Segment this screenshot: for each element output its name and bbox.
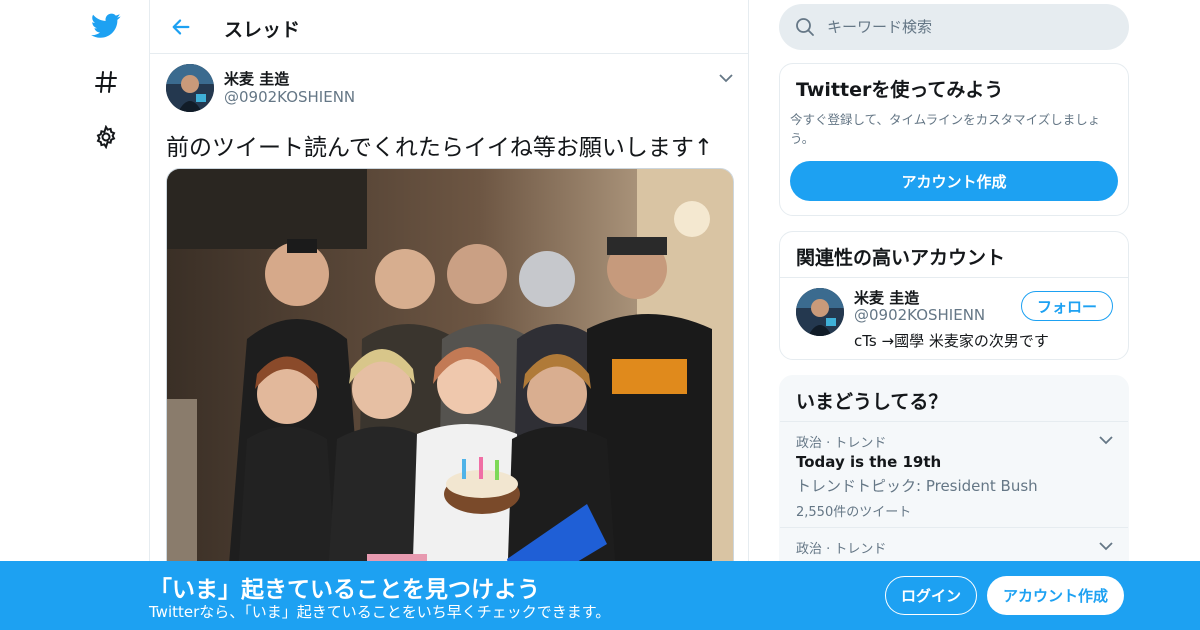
trend-item[interactable]: 政治 · トレンド Today is the 19th トレンドトピック: Pr…: [780, 422, 1128, 528]
signup-button[interactable]: アカウント作成: [987, 576, 1124, 615]
trend-name: Today is the 19th: [796, 453, 942, 471]
signup-card-description: 今すぐ登録して、タイムラインをカスタマイズしましょう。: [790, 112, 1101, 146]
chevron-down-icon[interactable]: [1096, 536, 1116, 556]
main-column: スレッド 米麦 圭造 @0902KOSHIENN 前のツイート読んでくれたらイイ…: [149, 0, 749, 630]
author-handle[interactable]: @0902KOSHIENN: [224, 88, 355, 106]
related-accounts-card: 関連性の高いアカウント 米麦 圭造 @0902KOSHIENN cTs →國學 …: [779, 231, 1129, 360]
related-accounts-title: 関連性の高いアカウント: [796, 247, 1006, 269]
back-arrow-icon[interactable]: [166, 12, 196, 42]
tweet-text: 前のツイート読んでくれたらイイね等お願いします↑: [166, 135, 714, 161]
chevron-down-icon[interactable]: [716, 68, 736, 88]
trend-tweet-count: 2,550件のツイート: [796, 505, 912, 520]
page: スレッド 米麦 圭造 @0902KOSHIENN 前のツイート読んでくれたらイイ…: [0, 0, 1200, 630]
search-bar[interactable]: [779, 4, 1129, 50]
follow-button[interactable]: フォロー: [1021, 291, 1113, 321]
avatar[interactable]: [166, 64, 214, 112]
related-account-handle[interactable]: @0902KOSHIENN: [854, 306, 985, 324]
login-button[interactable]: ログイン: [885, 576, 977, 615]
trend-topic: トレンドトピック: President Bush: [796, 477, 1038, 495]
thread-header: スレッド: [150, 0, 748, 54]
tweet-photo[interactable]: [166, 168, 734, 588]
author-name[interactable]: 米麦 圭造: [224, 68, 289, 89]
chevron-down-icon[interactable]: [1096, 430, 1116, 450]
hashtag-icon[interactable]: [90, 66, 122, 98]
signup-card-title: Twitterを使ってみよう: [796, 79, 1004, 101]
trend-meta: 政治 · トレンド: [796, 542, 887, 557]
search-input[interactable]: [827, 12, 1117, 42]
create-account-button[interactable]: アカウント作成: [790, 161, 1118, 201]
trend-meta: 政治 · トレンド: [796, 436, 887, 451]
left-nav: [0, 0, 150, 630]
twitter-logo-icon[interactable]: [90, 10, 122, 42]
gear-icon[interactable]: [90, 121, 122, 153]
signup-card: Twitterを使ってみよう 今すぐ登録して、タイムラインをカスタマイズしましょ…: [779, 63, 1129, 216]
page-title: スレッド: [224, 19, 301, 41]
divider: [780, 277, 1128, 278]
related-account-name[interactable]: 米麦 圭造: [854, 287, 919, 308]
trends-title: いまどうしてる？: [796, 391, 948, 413]
avatar[interactable]: [796, 288, 844, 336]
related-account-bio: cTs →國學 米麦家の次男です: [854, 332, 1049, 350]
search-icon: [795, 17, 815, 37]
signup-banner: 「いま」起きていることを見つけよう Twitterなら、「いま」起きていることを…: [0, 561, 1200, 630]
banner-title: 「いま」起きていることを見つけよう: [149, 577, 540, 603]
banner-subtitle: Twitterなら、「いま」起きていることをいち早くチェックできます。: [149, 603, 611, 621]
